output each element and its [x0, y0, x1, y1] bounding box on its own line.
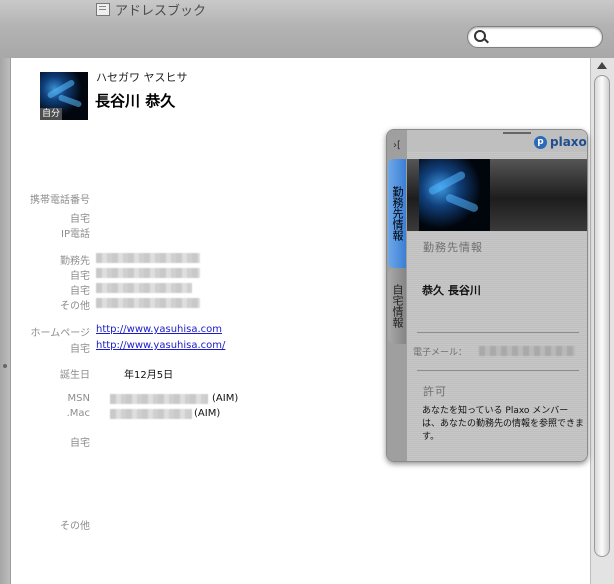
home-phone3-label: 自宅 [70, 286, 90, 297]
homepage-home-link[interactable]: http://www.yasuhisa.com/ [96, 340, 225, 351]
work-phone-label: 勤務先 [60, 256, 90, 267]
mac-value[interactable] [110, 409, 192, 419]
note-other-label: その他 [60, 521, 90, 532]
window-title: アドレスブック [96, 1, 207, 19]
plaxo-widget[interactable]: ›[ 勤務先情報 自宅情報 p plaxo 勤務先情報 恭久 長谷川 電子メール… [386, 129, 588, 462]
home-phone2-label: 自宅 [70, 271, 90, 282]
widget-grip-icon[interactable] [503, 132, 531, 134]
home-phone-label: 自宅 [70, 214, 90, 225]
mobile-label: 携帯電話番号 [30, 195, 90, 206]
scroll-thumb[interactable] [594, 75, 610, 557]
widget-permission-text: あなたを知っている Plaxo メンバーは、あなたの勤務先の情報を参照できます。 [422, 406, 585, 442]
widget-divider [417, 332, 579, 333]
tab-work-info[interactable]: 勤務先情報 [388, 159, 406, 268]
widget-panel: p plaxo 勤務先情報 恭久 長谷川 電子メール： 許可 あなたを知っている… [407, 130, 587, 461]
other-phone-label: その他 [60, 301, 90, 312]
avatar-badge: 自分 [40, 108, 63, 120]
scroll-up-arrow-icon[interactable] [597, 62, 607, 69]
widget-email-label: 電子メール： [413, 348, 468, 358]
widget-collapse-icon[interactable]: ›[ [393, 140, 401, 151]
msn-service: (AIM) [212, 393, 239, 404]
address-home-label: 自宅 [70, 438, 90, 449]
search-field[interactable] [467, 26, 603, 48]
home-phone2-value[interactable] [96, 268, 200, 278]
mac-label: .Mac [66, 408, 90, 419]
homepage-home-label: 自宅 [70, 344, 90, 355]
avatar[interactable]: 自分 [40, 72, 88, 120]
msn-value[interactable] [110, 394, 208, 404]
plaxo-logo-icon: p [534, 135, 547, 149]
search-input[interactable] [490, 29, 599, 45]
contact-kana-name: ハセガワ ヤスヒサ [96, 71, 188, 84]
homepage-link[interactable]: http://www.yasuhisa.com [96, 324, 222, 335]
ip-phone-label: IP電話 [61, 229, 90, 240]
widget-permission-title: 許可 [423, 385, 447, 398]
widget-contact-name: 恭久 長谷川 [422, 284, 481, 297]
contact-full-name: 長谷川 恭久 [95, 92, 176, 110]
search-icon [474, 30, 486, 42]
birthday-value: 年12月5日 [124, 370, 174, 381]
widget-email-value [479, 346, 575, 356]
photo-streak [444, 192, 480, 214]
homepage-label: ホームページ [30, 328, 91, 339]
photo-streak [427, 170, 467, 196]
plaxo-brand-text: plaxo [550, 135, 587, 149]
widget-divider [417, 370, 579, 371]
mac-service: (AIM) [194, 408, 221, 419]
widget-contact-photo [419, 159, 490, 231]
window-left-edge [0, 58, 10, 584]
address-book-icon [96, 2, 110, 16]
vertical-scrollbar[interactable] [590, 58, 614, 584]
widget-section-title: 勤務先情報 [423, 241, 483, 254]
other-phone-value[interactable] [96, 298, 200, 308]
birthday-label: 誕生日 [60, 370, 90, 381]
avatar-streak [57, 94, 83, 108]
work-phone-value[interactable] [96, 253, 200, 263]
window-toolbar: アドレスブック [0, 0, 614, 59]
msn-label: MSN [67, 393, 90, 404]
widget-header: p plaxo [407, 130, 587, 152]
tab-home-info[interactable]: 自宅情報 [388, 268, 406, 344]
home-phone3-value[interactable] [96, 283, 192, 293]
window-title-text: アドレスブック [115, 3, 207, 19]
plaxo-logo: p plaxo [534, 135, 587, 149]
